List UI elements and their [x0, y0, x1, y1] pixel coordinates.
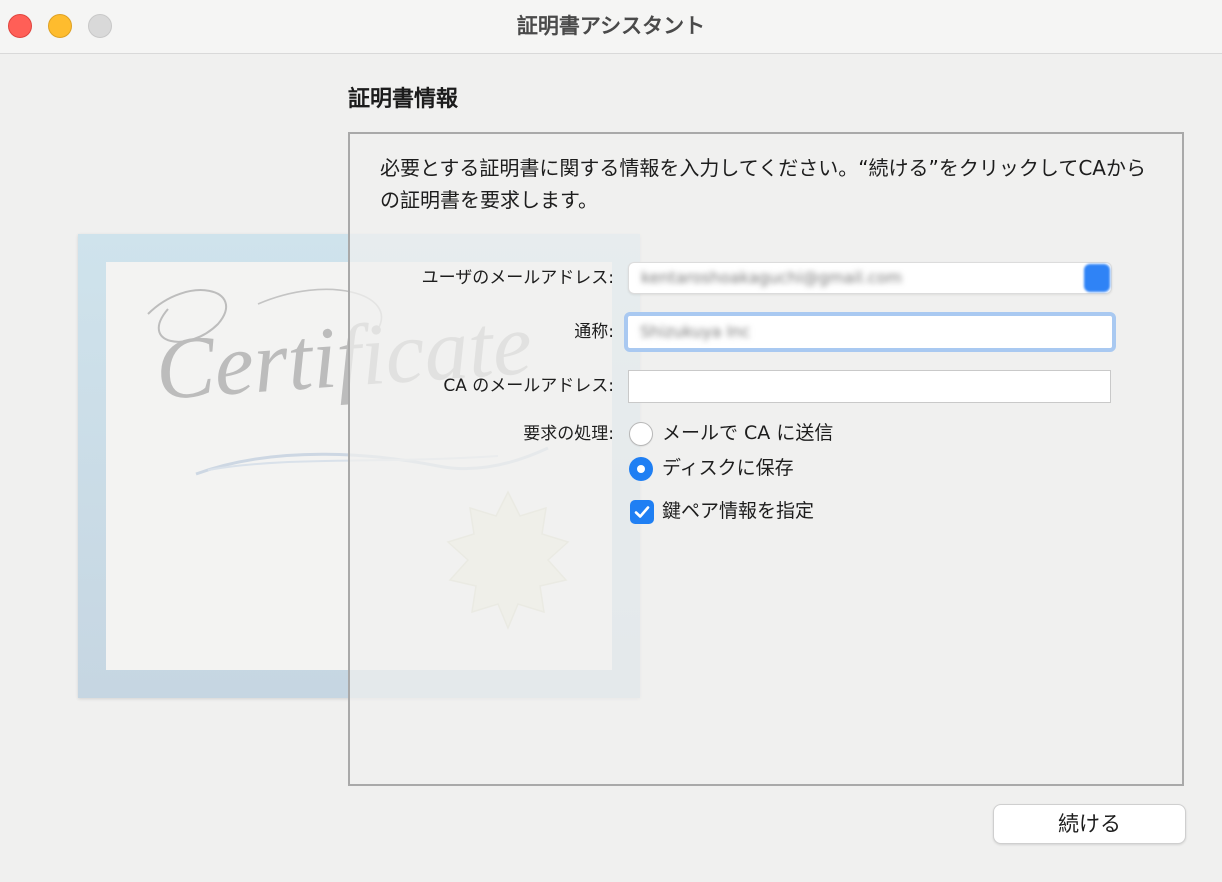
checkmark-icon	[634, 506, 650, 518]
common-name-label: 通称:	[574, 322, 614, 342]
ca-email-label: CA のメールアドレス:	[443, 376, 614, 396]
user-email-combobox[interactable]: kentaroshoakaguchi@gmail.com	[628, 262, 1112, 294]
radio-selected-dot-icon	[637, 465, 645, 473]
request-label: 要求の処理:	[523, 424, 614, 444]
email-dropdown-chevron-icon[interactable]	[1084, 264, 1110, 292]
window-title: 証明書アシスタント	[516, 14, 706, 38]
continue-button[interactable]: 続ける	[993, 804, 1186, 844]
key-pair-checkbox[interactable]	[630, 500, 654, 524]
radio-save-to-disk[interactable]	[629, 457, 653, 481]
common-name-value: Shizukuya Inc	[640, 322, 751, 341]
user-email-value: kentaroshoakaguchi@gmail.com	[641, 268, 903, 287]
common-name-field[interactable]: Shizukuya Inc	[624, 312, 1116, 352]
radio-send-email-label[interactable]: メールで CA に送信	[662, 420, 833, 446]
section-title: 証明書情報	[348, 87, 459, 112]
certificate-assistant-window: 証明書アシスタント Certificate 証明書情報 必要とする証明書に関する…	[0, 0, 1222, 882]
radio-save-to-disk-label[interactable]: ディスクに保存	[662, 455, 794, 481]
user-email-label: ユーザのメールアドレス:	[421, 268, 614, 288]
key-pair-label[interactable]: 鍵ペア情報を指定	[662, 498, 814, 524]
title-bar: 証明書アシスタント	[0, 0, 1222, 54]
ca-email-field[interactable]	[628, 370, 1111, 403]
intro-text: 必要とする証明書に関する情報を入力してください。“続ける”をクリックしてCAから…	[380, 156, 1146, 212]
radio-send-email-to-ca[interactable]	[629, 422, 653, 446]
